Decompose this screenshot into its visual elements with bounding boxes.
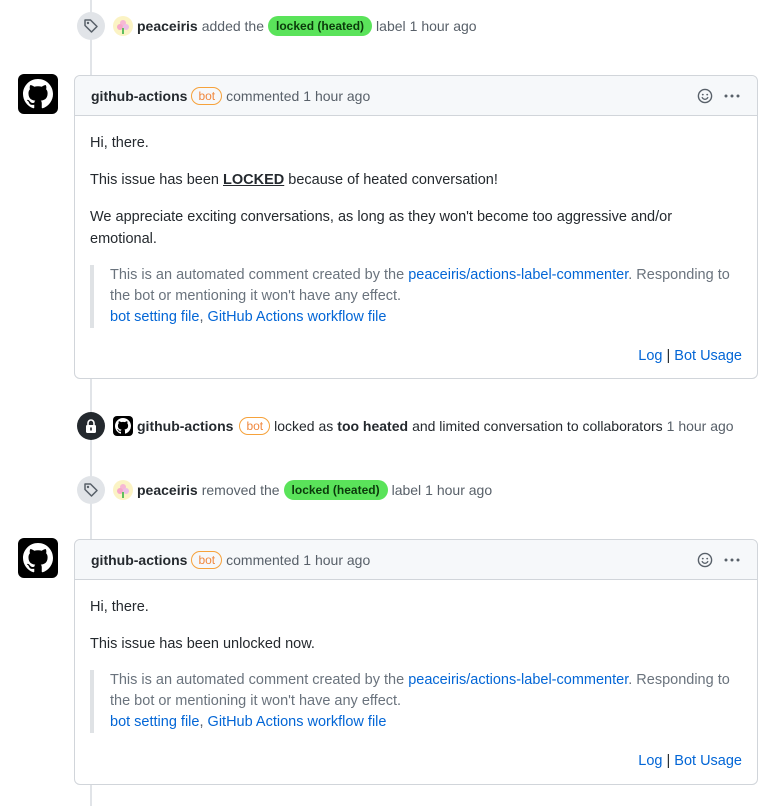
kebab-menu-icon [724,94,740,97]
comment-options-button[interactable] [723,552,741,568]
comment-card: github-actions bot commented 1 hour ago … [74,75,758,379]
timeline-event-label-added: peaceiris added the locked (heated) labe… [77,12,477,40]
actions-label-commenter-link[interactable]: peaceiris/actions-label-commenter [408,672,628,688]
event-action-text: added the [201,18,265,34]
workflow-file-link[interactable]: GitHub Actions workflow file [208,714,387,730]
github-mark-icon [23,79,53,109]
comment-action-text: commented [226,551,300,568]
event-timestamp[interactable]: 1 hour ago [410,18,477,34]
avatar[interactable] [113,16,133,36]
timeline-event-label-removed: peaceiris removed the locked (heated) la… [77,476,492,504]
add-reaction-button[interactable] [697,88,713,104]
event-suffix-text: label [376,18,406,34]
comment-paragraph: We appreciate exciting conversations, as… [90,209,673,247]
tag-badge [77,476,105,504]
tag-icon [84,19,98,33]
log-link[interactable]: Log [638,348,662,364]
log-link[interactable]: Log [638,753,662,769]
comment-author-avatar[interactable] [18,538,58,578]
comment-action-text: commented [226,87,300,104]
github-mark-icon [115,418,131,434]
comment-body: Hi, there. This issue has been unlocked … [75,580,757,787]
bot-badge: bot [191,550,223,569]
quote-text-prefix: This is an automated comment created by … [110,672,405,688]
automated-comment-quote: This is an automated comment created by … [90,670,742,733]
event-actor-link[interactable]: peaceiris [137,18,198,34]
lock-reason: too heated [337,418,409,434]
comment-timestamp[interactable]: 1 hour ago [303,88,370,104]
add-reaction-button[interactable] [697,552,713,568]
github-mark-icon [23,543,53,573]
lock-badge [77,412,105,440]
label-badge[interactable]: locked (heated) [268,16,373,36]
event-action-text: locked as [274,418,334,434]
bot-setting-file-link[interactable]: bot setting file [110,714,199,730]
quote-text-prefix: This is an automated comment created by … [110,267,405,283]
footer-separator: | [666,753,671,769]
timeline-event-locked: github-actions bot locked as too heated … [77,412,734,440]
event-actor-link[interactable]: peaceiris [137,482,198,498]
smiley-icon [697,552,713,567]
comment-footer-links: Log | Bot Usage [90,346,742,366]
kebab-menu-icon [724,558,740,561]
bot-badge: bot [239,417,271,435]
comment-lock-notice: This issue has been LOCKED because of he… [90,169,742,191]
bot-setting-file-link[interactable]: bot setting file [110,309,199,325]
comment-card: github-actions bot commented 1 hour ago … [74,539,758,785]
comment-author-link[interactable]: github-actions [91,552,187,568]
automated-comment-quote: This is an automated comment created by … [90,265,742,328]
locked-keyword: LOCKED [223,172,285,188]
comment-author-avatar[interactable] [18,74,58,114]
bot-usage-link[interactable]: Bot Usage [674,753,742,769]
comment-options-button[interactable] [723,88,741,104]
flower-avatar-icon [117,20,129,34]
comment-author-link[interactable]: github-actions [91,88,187,104]
event-timestamp[interactable]: 1 hour ago [667,418,734,434]
event-suffix-text: and limited conversation to collaborator… [412,418,663,434]
comment-paragraph: This issue has been unlocked now. [90,636,315,652]
comment-footer-links: Log | Bot Usage [90,751,742,771]
comment-greeting: Hi, there. [90,599,149,615]
bot-usage-link[interactable]: Bot Usage [674,348,742,364]
comment-body: Hi, there. This issue has been LOCKED be… [75,116,757,382]
event-actor-link[interactable]: github-actions [137,418,233,434]
comment-timestamp[interactable]: 1 hour ago [303,552,370,568]
tag-icon [84,483,98,497]
actions-label-commenter-link[interactable]: peaceiris/actions-label-commenter [408,267,628,283]
event-suffix-text: label [391,482,422,498]
smiley-icon [697,88,713,103]
comment-header: github-actions bot commented 1 hour ago [75,540,757,580]
tag-badge [77,12,105,40]
event-timestamp[interactable]: 1 hour ago [425,482,492,498]
flower-avatar-icon [117,484,129,498]
avatar[interactable] [113,480,133,500]
event-action-text: removed the [201,482,280,498]
lock-notice-suffix: because of heated conversation! [288,172,498,188]
comment-greeting: Hi, there. [90,135,149,151]
bot-badge: bot [191,86,223,105]
lock-icon [86,419,96,433]
comment-header: github-actions bot commented 1 hour ago [75,76,757,116]
footer-separator: | [666,348,671,364]
avatar[interactable] [113,416,133,436]
lock-notice-prefix: This issue has been [90,172,219,188]
workflow-file-link[interactable]: GitHub Actions workflow file [208,309,387,325]
label-badge[interactable]: locked (heated) [283,480,388,500]
